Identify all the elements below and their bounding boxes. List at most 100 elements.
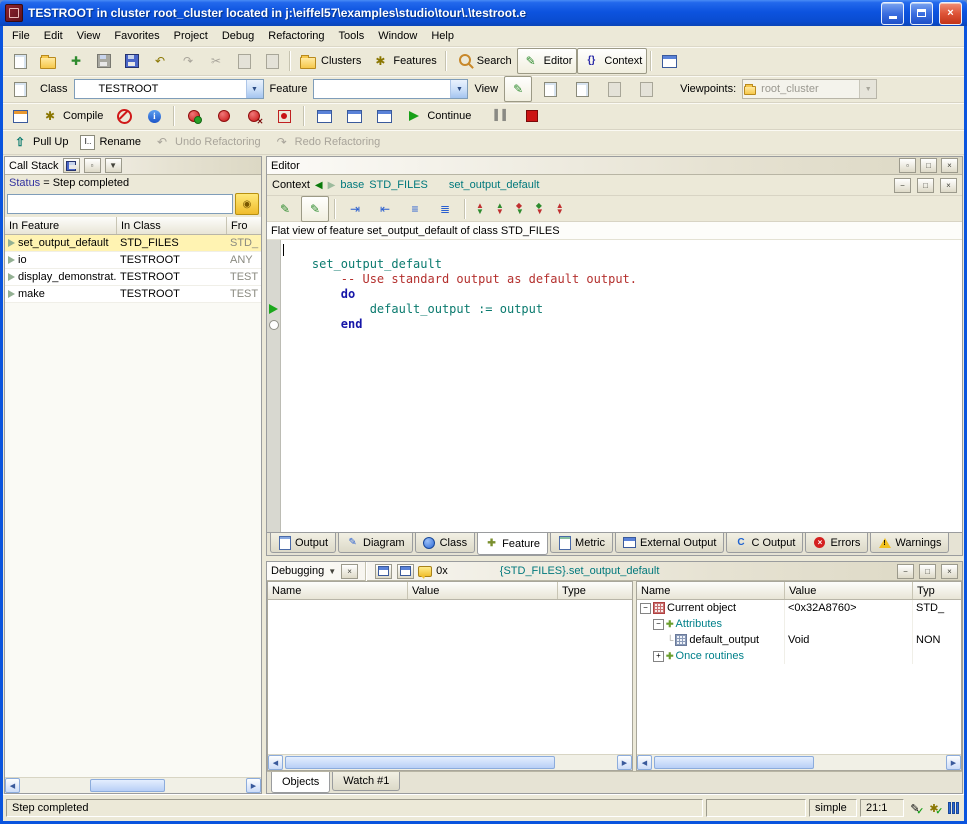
objects-column-name[interactable]: Name (637, 582, 785, 599)
search-button[interactable]: Search (450, 48, 517, 74)
view-interface-button[interactable] (632, 76, 660, 102)
code-line[interactable] (283, 242, 962, 257)
callstack-expression-input[interactable] (7, 194, 233, 214)
stop-points-button[interactable] (270, 103, 298, 129)
open-button[interactable] (34, 48, 62, 74)
debugging-maximize-button[interactable]: □ (919, 564, 936, 579)
tab-warnings[interactable]: Warnings (870, 533, 949, 553)
breakpoint-slot-icon[interactable] (269, 320, 279, 330)
menu-window[interactable]: Window (371, 28, 424, 44)
context-maximize-button[interactable]: □ (917, 178, 934, 193)
tab-class[interactable]: Class (415, 533, 476, 553)
breadcrumb-class[interactable]: STD_FILES (369, 179, 428, 191)
watch-column-type[interactable]: Type (558, 582, 632, 599)
scroll-left-icon[interactable]: ◀ (5, 778, 20, 793)
debugging-minimize-button[interactable]: − (897, 564, 914, 579)
undo-refactoring-button[interactable]: ↶Undo Refactoring (148, 129, 266, 155)
memory-status-icon[interactable] (945, 800, 961, 816)
undo-button[interactable]: ↶ (146, 48, 174, 74)
edit-item-button[interactable]: ✎ (271, 196, 299, 222)
tab-output[interactable]: Output (270, 533, 336, 553)
context-toggle-button[interactable]: {}Context (577, 48, 647, 74)
objects-column-value[interactable]: Value (785, 582, 913, 599)
editor-maximize-button[interactable]: □ (920, 158, 937, 173)
tab-c-output[interactable]: CC Output (726, 533, 803, 553)
redo-button[interactable]: ↷ (174, 48, 202, 74)
project-settings-button[interactable] (6, 103, 34, 129)
code-line[interactable]: end (283, 317, 962, 332)
rename-button[interactable]: I..Rename (75, 129, 146, 155)
tab-diagram[interactable]: ✎Diagram (338, 533, 413, 553)
unindent-button[interactable]: ≣ (431, 196, 459, 222)
menu-debug[interactable]: Debug (215, 28, 261, 44)
enable-breakpoints-button[interactable] (180, 103, 208, 129)
editor-float-button[interactable]: ▫ (899, 158, 916, 173)
tab-feature[interactable]: ✚Feature (477, 533, 548, 555)
objects-hscrollbar[interactable]: ◀ ▶ (637, 754, 961, 770)
object-row[interactable]: −Current object <0x32A8760> STD_ (637, 600, 961, 616)
scroll-thumb[interactable] (654, 756, 814, 769)
suppliers-button[interactable]: ◆▼ (531, 196, 549, 222)
context-minimize-button[interactable]: − (894, 178, 911, 193)
column-in-feature[interactable]: In Feature (5, 217, 117, 234)
pause-button[interactable]: ▌▌ (488, 103, 516, 129)
call-stack-float-button[interactable]: ▫ (84, 158, 101, 173)
scroll-thumb[interactable] (285, 756, 555, 769)
maximize-button[interactable] (910, 2, 933, 25)
debugging-close-button-2[interactable]: × (941, 564, 958, 579)
menu-project[interactable]: Project (167, 28, 215, 44)
close-button[interactable]: × (939, 2, 962, 25)
add-button[interactable]: ✚ (62, 48, 90, 74)
editor-toggle-button[interactable]: ✎Editor (517, 48, 578, 74)
save-all-button[interactable] (118, 48, 146, 74)
save-button[interactable] (90, 48, 118, 74)
redo-refactoring-button[interactable]: ↷Redo Refactoring (268, 129, 386, 155)
indent-button[interactable]: ≡ (401, 196, 429, 222)
new-watch-button[interactable] (397, 564, 414, 579)
titlebar[interactable]: TESTROOT in cluster root_cluster located… (0, 0, 967, 26)
watch-hscrollbar[interactable]: ◀ ▶ (268, 754, 632, 770)
object-row[interactable]: └default_output Void NON (637, 632, 961, 648)
scroll-right-icon[interactable]: ▶ (246, 778, 261, 793)
column-from[interactable]: Fro (227, 217, 261, 234)
favorites-button[interactable] (655, 48, 683, 74)
features-button[interactable]: ✱Features (366, 48, 441, 74)
view-basic-button[interactable]: ✎ (504, 76, 532, 102)
feature-combobox[interactable]: ▼ (313, 79, 468, 99)
debugging-close-button[interactable]: × (341, 564, 358, 579)
context-close-button[interactable]: × (940, 178, 957, 193)
compile-button[interactable]: ✱Compile (36, 103, 108, 129)
scroll-left-icon[interactable]: ◀ (637, 755, 652, 770)
menu-refactoring[interactable]: Refactoring (261, 28, 331, 44)
scroll-left-icon[interactable]: ◀ (268, 755, 283, 770)
send-to-button[interactable] (6, 76, 34, 102)
comment-button[interactable]: ⇥ (341, 196, 369, 222)
callers-button[interactable]: ▲▼ (551, 196, 569, 222)
object-row[interactable]: −✚Attributes (637, 616, 961, 632)
code-line[interactable]: -- Use standard output as default output… (283, 272, 962, 287)
code-editor[interactable]: set_output_default -- Use standard outpu… (267, 240, 962, 532)
column-in-class[interactable]: In Class (117, 217, 227, 234)
menu-view[interactable]: View (70, 28, 108, 44)
view-clickable-button[interactable] (536, 76, 564, 102)
new-button[interactable] (6, 48, 34, 74)
call-stack-hscrollbar[interactable]: ◀ ▶ (5, 777, 261, 793)
tab-metric[interactable]: Metric (550, 533, 613, 553)
callstack-row[interactable]: set_output_default STD_FILES STD_ (5, 235, 261, 252)
class-combobox-arrow-icon[interactable]: ▼ (246, 80, 263, 98)
stop-button[interactable] (518, 103, 546, 129)
debugging-menu-icon[interactable]: ▼ (328, 567, 336, 576)
call-stack-save-button[interactable] (63, 158, 80, 173)
object-comment-icon[interactable] (418, 562, 432, 580)
hex-toggle[interactable]: 0x (436, 565, 448, 577)
tab-watch-1[interactable]: Watch #1 (332, 772, 400, 791)
clients-button[interactable]: ◆▼ (511, 196, 529, 222)
pull-up-button[interactable]: ⇧Pull Up (6, 129, 73, 155)
editable-toggle-button[interactable]: ✎ (301, 196, 329, 222)
menu-edit[interactable]: Edit (37, 28, 70, 44)
uncomment-button[interactable]: ⇤ (371, 196, 399, 222)
view-flat-button[interactable] (568, 76, 596, 102)
project-info-button[interactable]: i (140, 103, 168, 129)
editor-gutter[interactable] (267, 240, 281, 532)
tab-errors[interactable]: ×Errors (805, 533, 868, 553)
